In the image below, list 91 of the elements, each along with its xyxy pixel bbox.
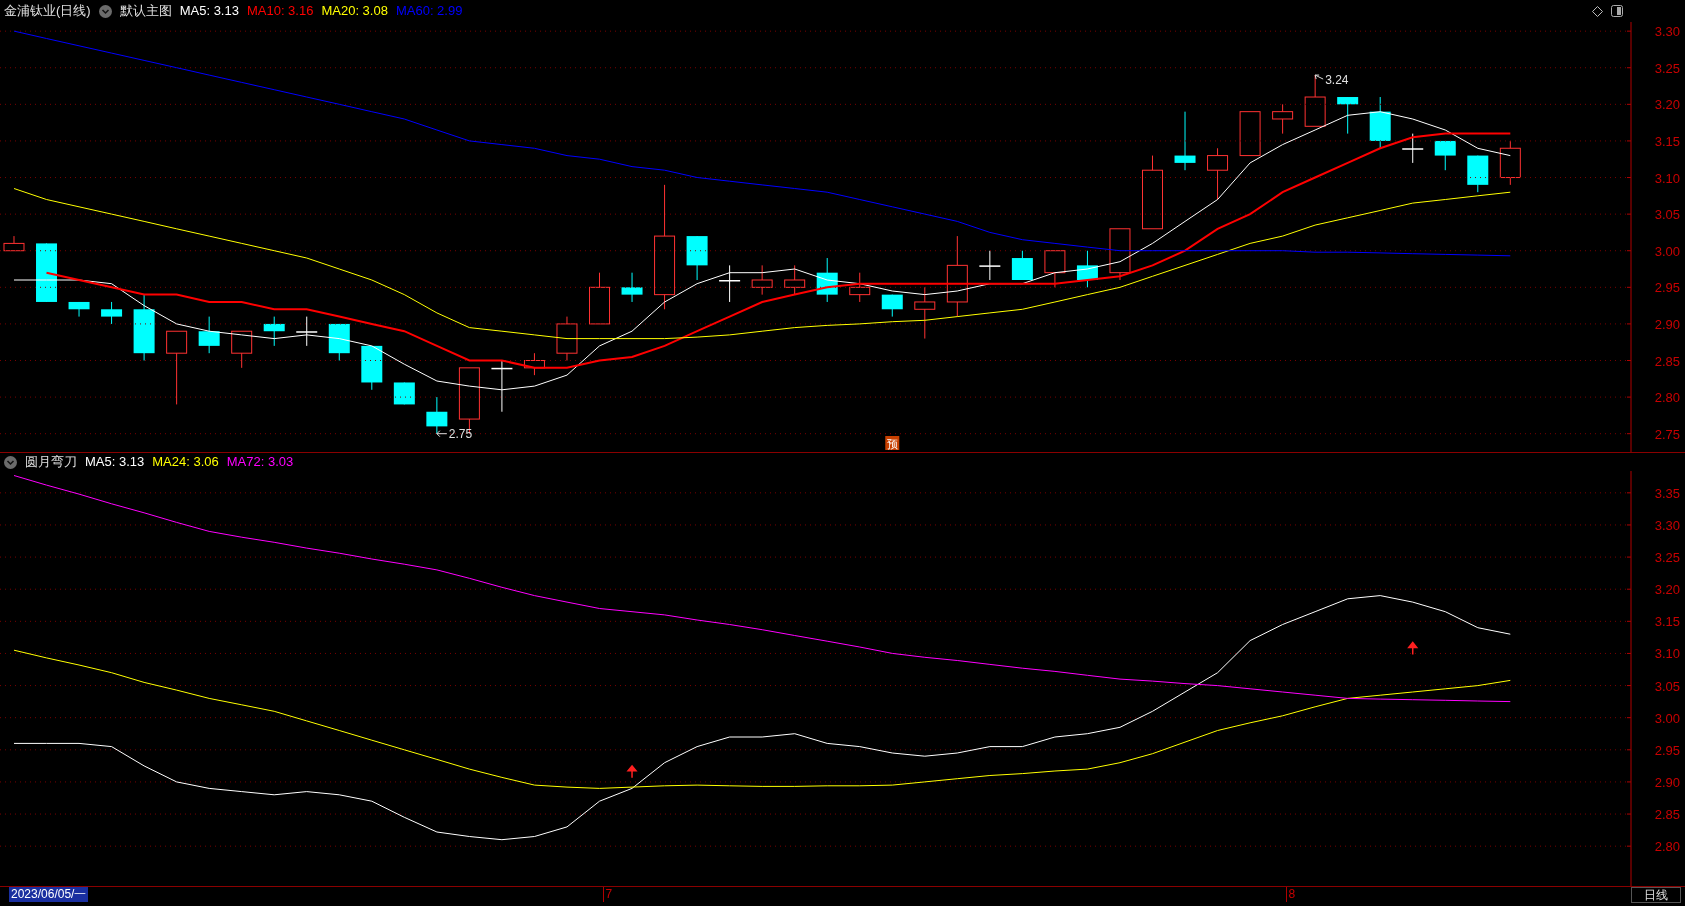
candlestick — [1076, 250, 1098, 288]
axis-label: 2.75 — [1654, 426, 1680, 442]
axis-label: 2.95 — [1654, 742, 1680, 758]
candlestick — [1109, 228, 1131, 281]
candlestick — [1304, 74, 1326, 127]
price-label: 2.75 — [448, 426, 473, 441]
candlestick — [686, 235, 708, 281]
candlestick — [36, 242, 57, 303]
candlestick — [68, 301, 90, 318]
axis-label: 3.25 — [1654, 60, 1680, 76]
candlestick — [491, 360, 513, 413]
candlestick — [101, 301, 123, 325]
indicator-value: MA5: 3.13 — [85, 453, 145, 472]
indicator-value: MA24: 3.06 — [152, 453, 219, 472]
period-button[interactable]: 日线 — [1631, 887, 1681, 903]
candlestick — [1011, 250, 1033, 281]
candlestick — [1044, 250, 1066, 288]
candlestick — [1207, 147, 1229, 200]
indicator-value: MA20: 3.08 — [321, 2, 388, 21]
candlestick — [1337, 96, 1359, 135]
forecast-tag[interactable]: 预 — [885, 436, 900, 450]
axis-label: 2.85 — [1654, 353, 1680, 369]
axis-label: 3.35 — [1654, 485, 1680, 501]
indicator-value: MA10: 3.16 — [246, 2, 314, 21]
axis-label: 3.00 — [1654, 710, 1680, 726]
candlestick — [1434, 140, 1456, 171]
candlestick — [263, 316, 285, 347]
candlestick — [979, 250, 1001, 281]
price-label: 3.24 — [1325, 73, 1349, 88]
axis-label: 3.15 — [1654, 614, 1680, 630]
axis-label: 2.80 — [1654, 390, 1680, 406]
candlestick — [393, 381, 415, 405]
indicator-value: MA60: 2.99 — [395, 2, 463, 21]
candlestick — [719, 264, 741, 303]
candlestick — [426, 396, 448, 435]
candlestick — [1369, 96, 1391, 149]
axis-label: 3.30 — [1654, 517, 1680, 533]
up-arrow-icon — [626, 765, 637, 779]
dropdown-icon[interactable] — [98, 4, 112, 18]
axis-label: 3.00 — [1654, 243, 1680, 259]
pointer-arrow-icon — [1314, 74, 1324, 80]
candlestick — [523, 352, 545, 376]
axis-label: 2.90 — [1654, 316, 1680, 332]
dropdown-icon[interactable] — [4, 455, 17, 469]
candlestick — [361, 345, 383, 391]
candlestick — [914, 286, 936, 340]
axis-label: 3.20 — [1654, 582, 1680, 598]
candlestick — [556, 316, 578, 361]
month-label: 7 — [602, 887, 613, 902]
panel-toggle-icon[interactable] — [1611, 5, 1623, 17]
candlestick — [328, 323, 350, 361]
indicator-title: 圆月弯刀 — [25, 453, 77, 472]
axis-label: 2.85 — [1654, 807, 1680, 823]
axis-label: 2.95 — [1654, 280, 1680, 296]
date-label: 2023/06/05/一 — [9, 887, 89, 902]
candlestick — [621, 272, 643, 303]
month-label: 8 — [1285, 887, 1296, 902]
candlestick — [133, 294, 155, 361]
candlestick — [784, 264, 806, 296]
axis-label: 3.05 — [1654, 207, 1680, 223]
axis-label: 2.80 — [1654, 839, 1680, 855]
candlestick — [1402, 133, 1424, 164]
candlestick — [589, 272, 610, 325]
candlestick — [198, 316, 220, 354]
candlestick — [3, 235, 25, 252]
candlestick — [231, 330, 253, 369]
indicator-value: MA5: 3.13 — [179, 2, 239, 21]
axis-label: 3.20 — [1654, 97, 1680, 113]
candlestick — [1239, 111, 1261, 157]
axis-label: 3.30 — [1654, 24, 1680, 40]
up-arrow-icon — [1407, 641, 1418, 656]
axis-label: 3.10 — [1654, 170, 1680, 186]
axis-label: 3.25 — [1654, 550, 1680, 566]
candlestick — [849, 272, 871, 303]
candlestick — [1467, 155, 1489, 193]
candlestick — [751, 264, 773, 296]
axis-label: 3.05 — [1654, 678, 1680, 694]
candlestick — [1272, 103, 1294, 135]
candlestick — [816, 257, 838, 303]
axis-label: 3.15 — [1654, 133, 1680, 149]
diamond-icon[interactable] — [1592, 5, 1603, 17]
pointer-arrow-icon — [436, 430, 448, 438]
indicator-value: MA72: 3.03 — [226, 453, 294, 472]
template-name: 默认主图 — [119, 2, 172, 21]
candlestick — [296, 316, 318, 347]
candlestick — [1174, 111, 1196, 171]
candlestick — [1499, 140, 1521, 186]
candlestick — [881, 294, 903, 318]
axis-label: 2.90 — [1654, 774, 1680, 790]
axis-label: 3.10 — [1654, 646, 1680, 662]
chart-title: 金浦钛业(日线) — [4, 2, 91, 21]
